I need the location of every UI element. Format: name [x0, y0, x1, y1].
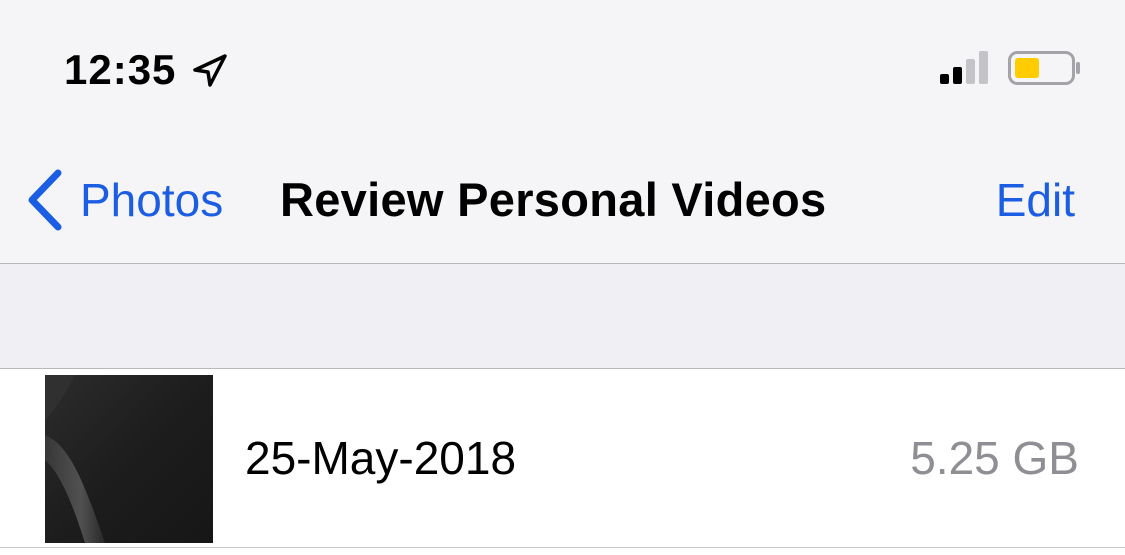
list-item[interactable]: 25-May-2018 5.25 GB — [0, 369, 1125, 548]
video-size: 5.25 GB — [910, 432, 1079, 484]
screen: 12:35 Photos Review Personal Videos Edit — [0, 0, 1125, 555]
video-date: 25-May-2018 — [245, 432, 517, 484]
video-thumbnail — [45, 375, 213, 543]
location-arrow-icon — [193, 54, 227, 87]
back-button[interactable]: Photos — [22, 165, 223, 235]
cellular-signal-icon — [940, 51, 988, 84]
video-list: 25-May-2018 5.25 GB — [0, 369, 1125, 555]
navigation-bar: Photos Review Personal Videos Edit — [0, 135, 1125, 264]
chevron-left-icon — [28, 169, 62, 231]
status-bar: 12:35 — [0, 0, 1125, 135]
row-divider — [0, 547, 1125, 548]
page-title: Review Personal Videos — [280, 173, 827, 226]
back-button-label: Photos — [80, 174, 224, 226]
edit-button[interactable]: Edit — [996, 165, 1075, 235]
status-time: 12:35 — [64, 46, 177, 93]
thumbnail-image — [45, 375, 213, 543]
battery-icon — [1008, 51, 1080, 85]
section-header — [0, 264, 1125, 369]
